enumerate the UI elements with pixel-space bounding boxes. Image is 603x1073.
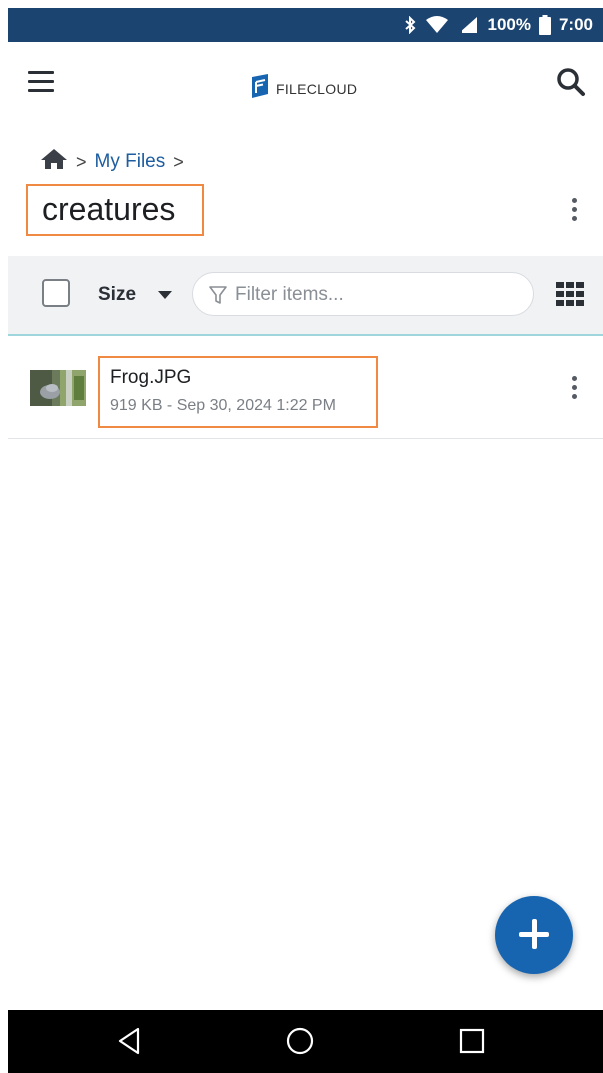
grid-view-icon[interactable] <box>556 282 586 308</box>
image-thumbnail <box>30 370 86 406</box>
app-bar: FILECLOUD <box>8 42 603 132</box>
filecloud-logo: FILECLOUD <box>250 74 357 103</box>
logo-text-cloud: CLOUD <box>306 80 358 97</box>
logo-text-file: FILE <box>276 80 307 97</box>
breadcrumb: > My Files > <box>40 148 184 176</box>
file-meta: 919 KB - Sep 30, 2024 1:22 PM <box>110 397 336 414</box>
page-title: creatures <box>42 191 176 227</box>
back-icon[interactable] <box>112 1024 146 1058</box>
select-all-checkbox[interactable] <box>42 279 70 307</box>
breadcrumb-separator: > <box>173 151 184 172</box>
add-button[interactable] <box>495 896 573 974</box>
signal-icon <box>457 16 479 34</box>
filter-icon <box>209 285 227 310</box>
home-icon[interactable] <box>40 148 68 176</box>
status-time: 7:00 <box>558 15 593 34</box>
battery-percent: 100% <box>487 15 531 34</box>
recents-icon[interactable] <box>455 1024 489 1058</box>
system-nav-bar <box>8 1010 603 1073</box>
filter-input[interactable] <box>233 281 517 309</box>
file-name[interactable]: Frog.JPG <box>110 367 191 389</box>
search-icon[interactable] <box>555 66 587 98</box>
filecloud-logo-icon <box>250 74 270 103</box>
caret-down-icon[interactable] <box>158 291 172 299</box>
file-list-item[interactable]: Frog.JPG 919 KB - Sep 30, 2024 1:22 PM <box>8 336 603 439</box>
logo-text: FILECLOUD <box>276 81 357 97</box>
page-title-highlight: creatures <box>26 184 204 236</box>
battery-icon <box>538 15 551 35</box>
file-toolbar: Size <box>8 256 603 336</box>
bluetooth-icon <box>403 16 417 34</box>
home-circle-icon[interactable] <box>283 1024 317 1058</box>
wifi-icon <box>425 16 449 34</box>
status-bar: 100% 7:00 <box>8 8 603 42</box>
file-info-highlight: Frog.JPG 919 KB - Sep 30, 2024 1:22 PM <box>98 356 378 428</box>
file-more-options-icon[interactable] <box>569 376 579 402</box>
breadcrumb-item-my-files[interactable]: My Files <box>95 151 166 173</box>
folder-more-options-icon[interactable] <box>569 198 579 224</box>
breadcrumb-separator: > <box>76 151 87 172</box>
sort-label[interactable]: Size <box>98 284 136 306</box>
menu-icon[interactable] <box>28 71 54 93</box>
filter-field[interactable] <box>192 272 534 316</box>
